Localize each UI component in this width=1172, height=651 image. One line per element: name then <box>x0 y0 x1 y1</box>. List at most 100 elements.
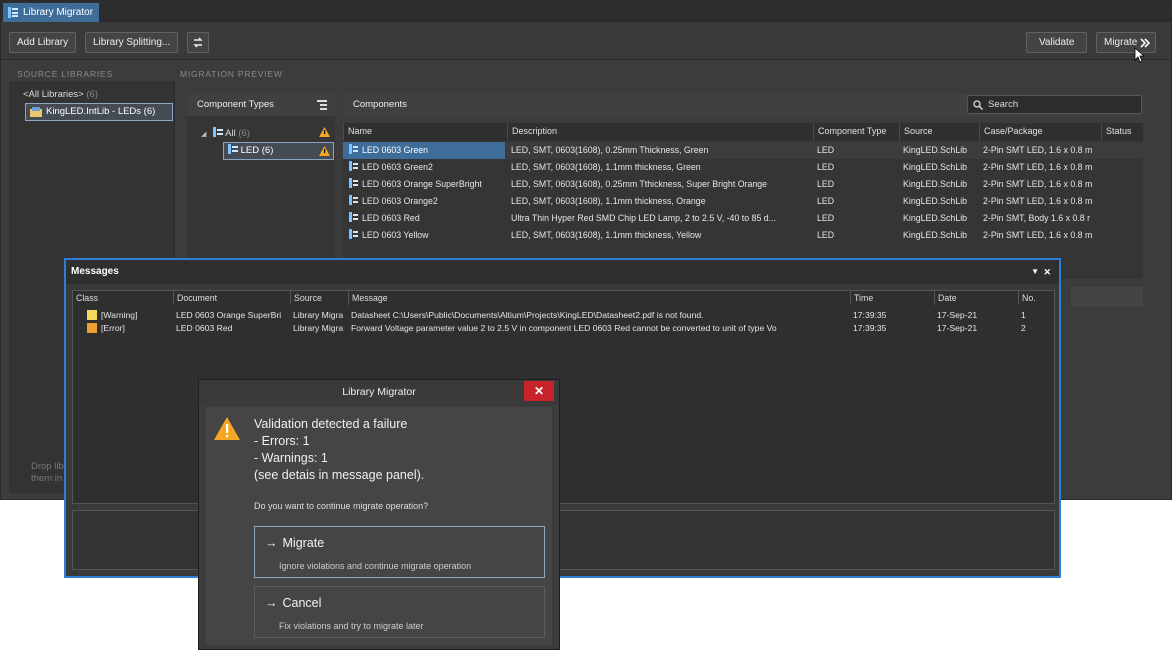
cell-name: LED 0603 Green <box>362 145 429 155</box>
component-types-header: Component Types <box>187 94 335 116</box>
horizontal-scrollbar[interactable] <box>1071 287 1143 307</box>
messages-title-bar: Messages ▼ ✕ <box>66 260 1059 284</box>
tab-library-migrator[interactable]: Library Migrator <box>3 3 100 22</box>
cell-description: Ultra Thin Hyper Red SMD Chip LED Lamp, … <box>511 213 777 223</box>
table-row[interactable]: LED 0603 Orange2 LED, SMT, 0603(1608), 1… <box>343 193 1143 210</box>
msg-text: Datasheet C:\Users\Public\Documents\Alti… <box>351 310 704 320</box>
msg-time: 17:39:35 <box>853 310 887 320</box>
col-name[interactable]: Name <box>343 123 507 140</box>
cancel-option-button[interactable]: → Cancel Fix violations and try to migrat… <box>254 586 545 638</box>
cell-name: LED 0603 Red <box>362 213 420 223</box>
cell-source: KingLED.SchLib <box>903 162 968 172</box>
cell-type: LED <box>817 230 835 240</box>
close-icon[interactable]: ✕ <box>1043 260 1051 284</box>
arrow-right-icon: → <box>265 536 278 550</box>
component-folder-icon <box>228 144 238 154</box>
dropdown-arrow-icon[interactable]: ▼ <box>1031 260 1039 284</box>
library-item-kingled[interactable]: KingLED.IntLib - LEDs (6) <box>25 103 173 121</box>
msg-source: Library Migra <box>293 310 344 320</box>
cell-package: 2-Pin SMT LED, 1.6 x 0.8 m <box>983 179 1093 189</box>
search-input[interactable]: Search <box>967 95 1142 114</box>
refresh-button[interactable] <box>187 32 209 53</box>
msg-col-time[interactable]: Time <box>850 291 934 305</box>
msg-col-no[interactable]: No. <box>1018 291 1054 305</box>
tree-all-count: (6) <box>238 128 250 139</box>
close-button[interactable]: ✕ <box>524 381 554 401</box>
all-libraries-count: (6) <box>86 89 98 100</box>
drop-hint-2: them in <box>31 473 63 484</box>
col-status[interactable]: Status <box>1101 123 1143 140</box>
msg-col-document[interactable]: Document <box>173 291 290 305</box>
message-row[interactable]: [Warning] LED 0603 Orange SuperBri Libra… <box>73 309 1054 321</box>
migrate-option-label: Migrate <box>282 536 325 550</box>
cell-type: LED <box>817 162 835 172</box>
col-source[interactable]: Source <box>899 123 969 140</box>
migrate-option-button[interactable]: → Migrate Ignore violations and continue … <box>254 526 545 578</box>
component-icon <box>349 195 358 205</box>
refresh-icon <box>193 37 203 48</box>
migrate-option-title: → Migrate <box>265 536 324 550</box>
cell-source: KingLED.SchLib <box>903 196 968 206</box>
dialog-body: Validation detected a failure - Errors: … <box>206 407 552 645</box>
cell-description: LED, SMT, 0603(1608), 1.1mm thickness, O… <box>511 196 706 206</box>
expand-triangle-icon: ◢ <box>201 131 207 138</box>
table-row[interactable]: LED 0603 Yellow LED, SMT, 0603(1608), 1.… <box>343 227 1143 244</box>
dialog-warnings: - Warnings: 1 <box>254 451 328 465</box>
cancel-option-label: Cancel <box>282 596 322 610</box>
search-icon <box>973 100 983 110</box>
components-grid-header: Name Description Component Type Source C… <box>343 123 1143 140</box>
integrated-library-icon <box>30 107 42 117</box>
cell-name: LED 0603 Yellow <box>362 230 429 240</box>
tree-options-icon[interactable] <box>317 100 327 110</box>
component-icon <box>349 161 358 171</box>
cell-type: LED <box>817 213 835 223</box>
tree-node-led[interactable]: LED (6) <box>223 142 334 160</box>
component-folder-icon <box>213 127 224 137</box>
warning-icon <box>319 146 330 156</box>
component-icon <box>349 144 358 154</box>
col-case-package[interactable]: Case/Package <box>979 123 1101 140</box>
component-icon <box>349 212 358 222</box>
cell-package: 2-Pin SMT LED, 1.6 x 0.8 m <box>983 196 1093 206</box>
col-component-type[interactable]: Component Type <box>813 123 899 140</box>
component-icon <box>349 229 358 239</box>
msg-col-class[interactable]: Class <box>73 291 173 305</box>
table-row[interactable]: LED 0603 Red Ultra Thin Hyper Red SMD Ch… <box>343 210 1143 227</box>
msg-document: LED 0603 Orange SuperBri <box>176 310 282 320</box>
table-row[interactable]: LED 0603 Orange SuperBright LED, SMT, 06… <box>343 176 1143 193</box>
cell-description: LED, SMT, 0603(1608), 1.1mm thickness, Y… <box>511 230 702 240</box>
cancel-option-title: → Cancel <box>265 596 321 610</box>
toolbar: Add Library Library Splitting... Validat… <box>1 22 1171 63</box>
validate-button[interactable]: Validate <box>1026 32 1088 53</box>
error-square-icon <box>87 323 97 333</box>
cell-name: LED 0603 Orange SuperBright <box>362 179 482 189</box>
drop-hint-1: Drop lib <box>31 461 64 472</box>
msg-col-source[interactable]: Source <box>290 291 348 305</box>
library-item-label: KingLED.IntLib - LEDs (6) <box>46 106 156 117</box>
arrow-right-icon: → <box>265 596 278 610</box>
cell-package: 2-Pin SMT LED, 1.6 x 0.8 m <box>983 230 1093 240</box>
add-library-button[interactable]: Add Library <box>9 32 77 53</box>
migration-preview-label: MIGRATION PREVIEW <box>180 69 283 79</box>
message-row[interactable]: [Error] LED 0603 Red Library Migra Forwa… <box>73 322 1054 334</box>
msg-col-date[interactable]: Date <box>934 291 1018 305</box>
dialog-errors: - Errors: 1 <box>254 434 310 448</box>
cell-source: KingLED.SchLib <box>903 145 968 155</box>
table-row[interactable]: LED 0603 Green LED, SMT, 0603(1608), 0.2… <box>343 142 1143 159</box>
cell-source: KingLED.SchLib <box>903 179 968 189</box>
cell-source: KingLED.SchLib <box>903 230 968 240</box>
cell-name: LED 0603 Orange2 <box>362 196 438 206</box>
library-splitting-button[interactable]: Library Splitting... <box>85 32 179 53</box>
tree-node-all[interactable]: ◢ All (6) <box>201 126 331 140</box>
tab-bar: Library Migrator <box>1 1 1171 22</box>
table-row[interactable]: LED 0603 Green2 LED, SMT, 0603(1608), 1.… <box>343 159 1143 176</box>
col-description[interactable]: Description <box>507 123 813 140</box>
tree-all-label: All <box>225 128 236 139</box>
all-libraries-label: <All Libraries> <box>23 89 84 100</box>
cell-name: LED 0603 Green2 <box>362 162 433 172</box>
msg-text: Forward Voltage parameter value 2 to 2.5… <box>351 323 777 333</box>
migrate-button[interactable]: Migrate <box>1096 32 1157 53</box>
all-libraries-item[interactable]: <All Libraries> (6) <box>23 89 98 100</box>
msg-col-message[interactable]: Message <box>348 291 850 305</box>
cancel-option-subtitle: Fix violations and try to migrate later <box>279 621 424 631</box>
